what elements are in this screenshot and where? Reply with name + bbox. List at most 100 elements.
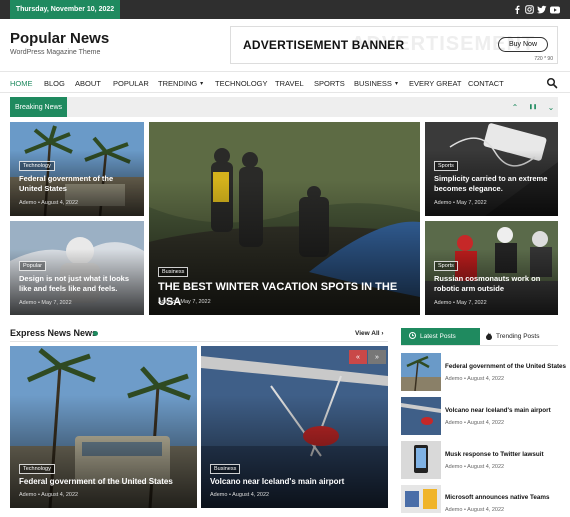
category-badge[interactable]: Sports bbox=[434, 161, 458, 171]
ad-size-label: 720 * 90 bbox=[534, 56, 553, 62]
post-meta: Ademo • August 4, 2022 bbox=[445, 464, 505, 470]
featured-card-4[interactable]: Popular Design is not just what it looks… bbox=[10, 221, 144, 315]
slider-prev-button[interactable]: « bbox=[349, 350, 367, 364]
breaking-news-ticker: Breaking News ⌃ ❚❚ ⌄ bbox=[10, 97, 558, 117]
card-meta: Ademo • May 7, 2022 bbox=[19, 300, 72, 306]
instagram-icon[interactable] bbox=[524, 4, 535, 15]
breaking-news-label: Breaking News bbox=[10, 97, 67, 117]
facebook-icon[interactable] bbox=[511, 4, 522, 15]
express-card-2[interactable]: Business Volcano near Iceland's main air… bbox=[201, 346, 388, 508]
featured-card-3[interactable]: Sports Simplicity carried to an extreme … bbox=[425, 122, 558, 216]
chevron-down-icon: ▾ bbox=[394, 80, 398, 87]
image-overlay bbox=[10, 394, 197, 508]
nav-label: BLOG bbox=[44, 78, 65, 88]
tab-trending-posts[interactable]: Trending Posts bbox=[480, 328, 558, 345]
site-title[interactable]: Popular News bbox=[10, 30, 109, 47]
nav-label: ABOUT bbox=[75, 78, 101, 88]
youtube-icon[interactable] bbox=[549, 4, 560, 15]
view-all-link[interactable]: View All › bbox=[355, 330, 384, 337]
post-thumbnail[interactable] bbox=[401, 353, 441, 391]
category-badge[interactable]: Sports bbox=[434, 261, 458, 271]
nav-popular[interactable]: POPULAR bbox=[113, 72, 149, 94]
post-thumbnail[interactable] bbox=[401, 441, 441, 479]
chevron-up-icon[interactable]: ⌃ bbox=[508, 100, 522, 114]
card-title[interactable]: Federal government of the United States bbox=[19, 477, 194, 488]
featured-card-5[interactable]: Sports Russian cosmonauts work on roboti… bbox=[425, 221, 558, 315]
section-title: Express News News bbox=[10, 328, 98, 338]
nav-home[interactable]: HOME bbox=[10, 72, 33, 94]
post-thumbnail[interactable] bbox=[401, 397, 441, 435]
tab-label: Trending Posts bbox=[496, 333, 540, 340]
category-badge[interactable]: Technology bbox=[19, 464, 55, 474]
sidebar-divider bbox=[401, 345, 558, 346]
nav-about[interactable]: ABOUT bbox=[75, 72, 101, 94]
site-tagline: WordPress Magazine Theme bbox=[10, 49, 101, 56]
buy-now-button[interactable]: Buy Now bbox=[498, 37, 548, 52]
card-meta: Ademo • May 7, 2022 bbox=[158, 299, 211, 305]
top-bar: Thursday, November 10, 2022 bbox=[0, 0, 570, 19]
post-title[interactable]: Federal government of the United States bbox=[445, 363, 566, 370]
nav-blog[interactable]: BLOG bbox=[44, 72, 65, 94]
post-title[interactable]: Volcano near Iceland's main airport bbox=[445, 407, 551, 414]
nav-label: TRENDING bbox=[158, 78, 198, 88]
nav-trending[interactable]: TRENDING ▾ bbox=[158, 72, 203, 94]
post-meta: Ademo • August 4, 2022 bbox=[445, 376, 505, 382]
nav-travel[interactable]: TRAVEL bbox=[275, 72, 304, 94]
nav-label: BUSINESS bbox=[354, 78, 392, 88]
view-all-label: View All bbox=[355, 330, 380, 337]
post-meta: Ademo • August 4, 2022 bbox=[445, 507, 505, 513]
nav-business[interactable]: BUSINESS ▾ bbox=[354, 72, 398, 94]
card-title[interactable]: Simplicity carried to an extreme becomes… bbox=[434, 174, 552, 194]
advertisement-banner[interactable]: ADVERTISEMENT ADVERTISEMENT BANNER Buy N… bbox=[230, 26, 558, 64]
section-divider bbox=[10, 341, 388, 342]
slider-next-button[interactable]: » bbox=[368, 350, 386, 364]
nav-label: HOME bbox=[10, 78, 33, 88]
nav-label: CONTACT bbox=[468, 78, 504, 88]
pause-icon[interactable]: ❚❚ bbox=[526, 100, 540, 114]
card-meta: Ademo • August 4, 2022 bbox=[210, 492, 270, 498]
card-meta: Ademo • May 7, 2022 bbox=[434, 300, 487, 306]
card-meta: Ademo • August 4, 2022 bbox=[19, 492, 79, 498]
express-card-1[interactable]: Technology Federal government of the Uni… bbox=[10, 346, 197, 508]
card-title[interactable]: Russian cosmonauts work on robotic arm o… bbox=[434, 274, 554, 294]
twitter-icon[interactable] bbox=[536, 4, 547, 15]
main-navigation: HOME BLOG ABOUT POPULAR TRENDING ▾ TECHNO… bbox=[0, 71, 570, 93]
card-title[interactable]: Volcano near Iceland's main airport bbox=[210, 477, 385, 488]
chevron-right-icon: › bbox=[381, 330, 384, 337]
clock-icon bbox=[409, 332, 416, 341]
ad-title: ADVERTISEMENT BANNER bbox=[243, 38, 405, 52]
chevron-down-icon[interactable]: ⌄ bbox=[544, 100, 558, 114]
category-badge[interactable]: Technology bbox=[19, 161, 55, 171]
flame-icon bbox=[486, 331, 492, 342]
tab-latest-posts[interactable]: Latest Posts bbox=[401, 328, 480, 345]
nav-label: SPORTS bbox=[314, 78, 345, 88]
card-title[interactable]: Design is not just what it looks like an… bbox=[19, 274, 143, 294]
post-title[interactable]: Musk response to Twitter lawsuit bbox=[445, 451, 544, 458]
nav-sports[interactable]: SPORTS bbox=[314, 72, 345, 94]
post-thumbnail[interactable] bbox=[401, 485, 441, 513]
section-dot-icon bbox=[93, 331, 98, 336]
card-title[interactable]: Federal government of the United States bbox=[19, 174, 137, 194]
category-badge[interactable]: Business bbox=[158, 267, 189, 277]
featured-card-main[interactable]: Business THE BEST WINTER VACATION SPOTS … bbox=[149, 122, 420, 315]
current-date: Thursday, November 10, 2022 bbox=[10, 0, 120, 19]
image-overlay bbox=[201, 394, 388, 508]
nav-contact[interactable]: CONTACT bbox=[468, 72, 504, 94]
chevron-down-icon: ▾ bbox=[200, 80, 204, 87]
nav-label: TRAVEL bbox=[275, 78, 304, 88]
nav-label: POPULAR bbox=[113, 78, 149, 88]
featured-card-1[interactable]: Technology Federal government of the Uni… bbox=[10, 122, 144, 216]
card-title[interactable]: THE BEST WINTER VACATION SPOTS IN THE US… bbox=[158, 280, 418, 310]
tab-label: Latest Posts bbox=[420, 333, 456, 340]
card-meta: Ademo • August 4, 2022 bbox=[19, 200, 79, 206]
nav-technology[interactable]: TECHNOLOGY bbox=[215, 72, 268, 94]
post-meta: Ademo • August 4, 2022 bbox=[445, 420, 505, 426]
category-badge[interactable]: Popular bbox=[19, 261, 46, 271]
nav-label: TECHNOLOGY bbox=[215, 78, 268, 88]
card-meta: Ademo • May 7, 2022 bbox=[434, 200, 487, 206]
category-badge[interactable]: Business bbox=[210, 464, 241, 474]
nav-every-great[interactable]: EVERY GREAT bbox=[409, 72, 462, 94]
nav-label: EVERY GREAT bbox=[409, 78, 462, 88]
post-title[interactable]: Microsoft announces native Teams bbox=[445, 494, 550, 501]
search-icon[interactable] bbox=[546, 76, 558, 89]
